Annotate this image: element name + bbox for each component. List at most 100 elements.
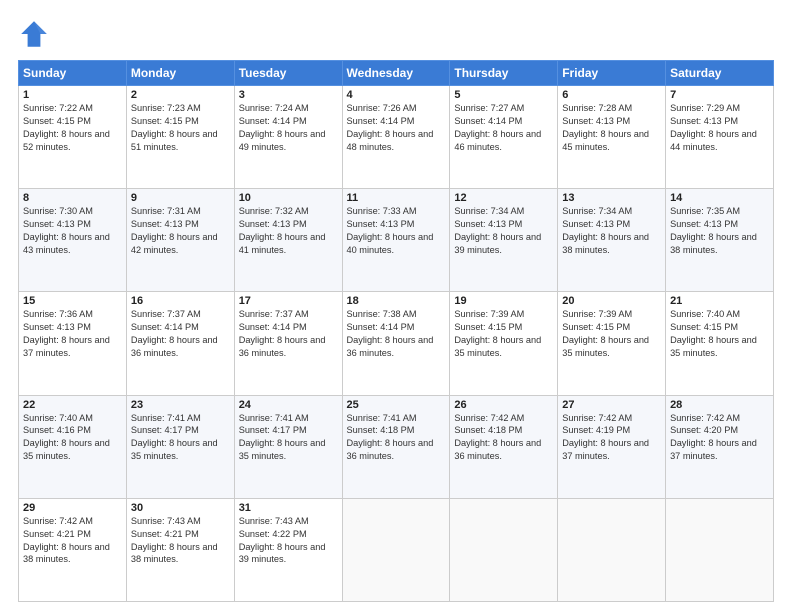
- day-number: 15: [23, 295, 122, 307]
- table-row: 26 Sunrise: 7:42 AMSunset: 4:18 PMDaylig…: [450, 395, 558, 498]
- col-header-thursday: Thursday: [450, 61, 558, 86]
- table-row: 21 Sunrise: 7:40 AMSunset: 4:15 PMDaylig…: [666, 292, 774, 395]
- cell-info: Sunrise: 7:37 AMSunset: 4:14 PMDaylight:…: [131, 309, 218, 358]
- day-number: 27: [562, 399, 661, 411]
- day-number: 4: [347, 89, 446, 101]
- cell-info: Sunrise: 7:39 AMSunset: 4:15 PMDaylight:…: [454, 309, 541, 358]
- day-number: 24: [239, 399, 338, 411]
- table-row: 28 Sunrise: 7:42 AMSunset: 4:20 PMDaylig…: [666, 395, 774, 498]
- day-number: 23: [131, 399, 230, 411]
- cell-info: Sunrise: 7:32 AMSunset: 4:13 PMDaylight:…: [239, 206, 326, 255]
- col-header-sunday: Sunday: [19, 61, 127, 86]
- table-row: [342, 498, 450, 601]
- cell-info: Sunrise: 7:41 AMSunset: 4:17 PMDaylight:…: [131, 413, 218, 462]
- calendar-table: SundayMondayTuesdayWednesdayThursdayFrid…: [18, 60, 774, 602]
- day-number: 30: [131, 502, 230, 514]
- day-number: 1: [23, 89, 122, 101]
- day-number: 10: [239, 192, 338, 204]
- table-row: 24 Sunrise: 7:41 AMSunset: 4:17 PMDaylig…: [234, 395, 342, 498]
- day-number: 6: [562, 89, 661, 101]
- day-number: 11: [347, 192, 446, 204]
- day-number: 28: [670, 399, 769, 411]
- day-number: 2: [131, 89, 230, 101]
- cell-info: Sunrise: 7:39 AMSunset: 4:15 PMDaylight:…: [562, 309, 649, 358]
- table-row: 16 Sunrise: 7:37 AMSunset: 4:14 PMDaylig…: [126, 292, 234, 395]
- table-row: 29 Sunrise: 7:42 AMSunset: 4:21 PMDaylig…: [19, 498, 127, 601]
- table-row: 19 Sunrise: 7:39 AMSunset: 4:15 PMDaylig…: [450, 292, 558, 395]
- table-row: 22 Sunrise: 7:40 AMSunset: 4:16 PMDaylig…: [19, 395, 127, 498]
- table-row: 5 Sunrise: 7:27 AMSunset: 4:14 PMDayligh…: [450, 86, 558, 189]
- table-row: 25 Sunrise: 7:41 AMSunset: 4:18 PMDaylig…: [342, 395, 450, 498]
- day-number: 3: [239, 89, 338, 101]
- day-number: 29: [23, 502, 122, 514]
- col-header-wednesday: Wednesday: [342, 61, 450, 86]
- table-row: 6 Sunrise: 7:28 AMSunset: 4:13 PMDayligh…: [558, 86, 666, 189]
- table-row: [666, 498, 774, 601]
- day-number: 14: [670, 192, 769, 204]
- cell-info: Sunrise: 7:23 AMSunset: 4:15 PMDaylight:…: [131, 103, 218, 152]
- col-header-monday: Monday: [126, 61, 234, 86]
- day-number: 9: [131, 192, 230, 204]
- cell-info: Sunrise: 7:26 AMSunset: 4:14 PMDaylight:…: [347, 103, 434, 152]
- cell-info: Sunrise: 7:42 AMSunset: 4:20 PMDaylight:…: [670, 413, 757, 462]
- cell-info: Sunrise: 7:22 AMSunset: 4:15 PMDaylight:…: [23, 103, 110, 152]
- logo: [18, 18, 54, 50]
- table-row: [558, 498, 666, 601]
- table-row: 14 Sunrise: 7:35 AMSunset: 4:13 PMDaylig…: [666, 189, 774, 292]
- cell-info: Sunrise: 7:40 AMSunset: 4:15 PMDaylight:…: [670, 309, 757, 358]
- cell-info: Sunrise: 7:43 AMSunset: 4:21 PMDaylight:…: [131, 516, 218, 565]
- table-row: 10 Sunrise: 7:32 AMSunset: 4:13 PMDaylig…: [234, 189, 342, 292]
- cell-info: Sunrise: 7:30 AMSunset: 4:13 PMDaylight:…: [23, 206, 110, 255]
- cell-info: Sunrise: 7:37 AMSunset: 4:14 PMDaylight:…: [239, 309, 326, 358]
- cell-info: Sunrise: 7:24 AMSunset: 4:14 PMDaylight:…: [239, 103, 326, 152]
- cell-info: Sunrise: 7:42 AMSunset: 4:19 PMDaylight:…: [562, 413, 649, 462]
- cell-info: Sunrise: 7:41 AMSunset: 4:17 PMDaylight:…: [239, 413, 326, 462]
- col-header-friday: Friday: [558, 61, 666, 86]
- day-number: 19: [454, 295, 553, 307]
- table-row: 23 Sunrise: 7:41 AMSunset: 4:17 PMDaylig…: [126, 395, 234, 498]
- cell-info: Sunrise: 7:33 AMSunset: 4:13 PMDaylight:…: [347, 206, 434, 255]
- day-number: 13: [562, 192, 661, 204]
- logo-icon: [18, 18, 50, 50]
- day-number: 12: [454, 192, 553, 204]
- cell-info: Sunrise: 7:34 AMSunset: 4:13 PMDaylight:…: [454, 206, 541, 255]
- col-header-saturday: Saturday: [666, 61, 774, 86]
- day-number: 18: [347, 295, 446, 307]
- cell-info: Sunrise: 7:42 AMSunset: 4:21 PMDaylight:…: [23, 516, 110, 565]
- day-number: 7: [670, 89, 769, 101]
- day-number: 25: [347, 399, 446, 411]
- page: SundayMondayTuesdayWednesdayThursdayFrid…: [0, 0, 792, 612]
- day-number: 17: [239, 295, 338, 307]
- day-number: 31: [239, 502, 338, 514]
- table-row: 2 Sunrise: 7:23 AMSunset: 4:15 PMDayligh…: [126, 86, 234, 189]
- day-number: 21: [670, 295, 769, 307]
- table-row: 1 Sunrise: 7:22 AMSunset: 4:15 PMDayligh…: [19, 86, 127, 189]
- table-row: 9 Sunrise: 7:31 AMSunset: 4:13 PMDayligh…: [126, 189, 234, 292]
- cell-info: Sunrise: 7:38 AMSunset: 4:14 PMDaylight:…: [347, 309, 434, 358]
- day-number: 16: [131, 295, 230, 307]
- cell-info: Sunrise: 7:41 AMSunset: 4:18 PMDaylight:…: [347, 413, 434, 462]
- header: [18, 18, 774, 50]
- cell-info: Sunrise: 7:31 AMSunset: 4:13 PMDaylight:…: [131, 206, 218, 255]
- day-number: 8: [23, 192, 122, 204]
- cell-info: Sunrise: 7:42 AMSunset: 4:18 PMDaylight:…: [454, 413, 541, 462]
- table-row: 15 Sunrise: 7:36 AMSunset: 4:13 PMDaylig…: [19, 292, 127, 395]
- cell-info: Sunrise: 7:34 AMSunset: 4:13 PMDaylight:…: [562, 206, 649, 255]
- day-number: 20: [562, 295, 661, 307]
- cell-info: Sunrise: 7:28 AMSunset: 4:13 PMDaylight:…: [562, 103, 649, 152]
- cell-info: Sunrise: 7:29 AMSunset: 4:13 PMDaylight:…: [670, 103, 757, 152]
- table-row: 27 Sunrise: 7:42 AMSunset: 4:19 PMDaylig…: [558, 395, 666, 498]
- table-row: 13 Sunrise: 7:34 AMSunset: 4:13 PMDaylig…: [558, 189, 666, 292]
- day-number: 22: [23, 399, 122, 411]
- cell-info: Sunrise: 7:40 AMSunset: 4:16 PMDaylight:…: [23, 413, 110, 462]
- table-row: 8 Sunrise: 7:30 AMSunset: 4:13 PMDayligh…: [19, 189, 127, 292]
- table-row: 4 Sunrise: 7:26 AMSunset: 4:14 PMDayligh…: [342, 86, 450, 189]
- table-row: 12 Sunrise: 7:34 AMSunset: 4:13 PMDaylig…: [450, 189, 558, 292]
- cell-info: Sunrise: 7:35 AMSunset: 4:13 PMDaylight:…: [670, 206, 757, 255]
- table-row: [450, 498, 558, 601]
- cell-info: Sunrise: 7:36 AMSunset: 4:13 PMDaylight:…: [23, 309, 110, 358]
- day-number: 5: [454, 89, 553, 101]
- cell-info: Sunrise: 7:27 AMSunset: 4:14 PMDaylight:…: [454, 103, 541, 152]
- day-number: 26: [454, 399, 553, 411]
- table-row: 17 Sunrise: 7:37 AMSunset: 4:14 PMDaylig…: [234, 292, 342, 395]
